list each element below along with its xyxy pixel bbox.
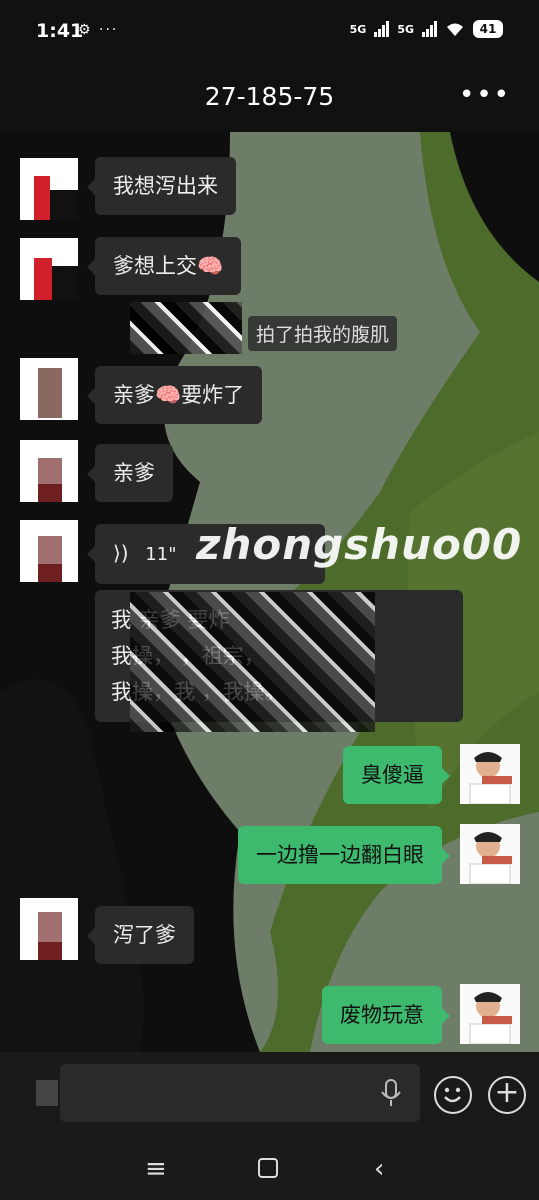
redacted-area: [130, 592, 375, 732]
pat-notice: 拍了拍我的腹肌: [248, 316, 398, 351]
network-label-1: 5G: [349, 22, 367, 36]
message-input[interactable]: [60, 1064, 420, 1122]
contact-avatar[interactable]: [20, 238, 78, 300]
chat-area[interactable]: 我想泻出来 爹想上交🧠 拍了拍我的腹肌 亲爹🧠要炸了 亲爹 ⟩) 11" zho…: [0, 132, 539, 1052]
system-nav-bar: ≡ ‹: [0, 1136, 539, 1200]
message-bubble[interactable]: 亲爹: [87, 444, 173, 502]
my-avatar[interactable]: [460, 744, 520, 804]
voice-duration: 11": [145, 544, 177, 565]
contact-avatar[interactable]: [20, 440, 78, 502]
contact-avatar[interactable]: [20, 358, 78, 420]
network-label-2: 5G: [397, 22, 414, 36]
watermark-text: zhongshuo00: [196, 520, 523, 569]
redacted-area: [130, 302, 242, 354]
voice-toggle-icon[interactable]: [36, 1080, 58, 1106]
contact-avatar[interactable]: [20, 520, 78, 582]
status-right: 5G 5G 41: [350, 20, 503, 38]
message-bubble[interactable]: 亲爹🧠要炸了: [86, 366, 263, 424]
home-nav-icon[interactable]: [258, 1158, 278, 1178]
my-avatar[interactable]: [460, 984, 520, 1044]
signal-icon-2: [422, 21, 437, 37]
signal-icon: [374, 21, 390, 37]
emoji-icon[interactable]: [434, 1076, 472, 1114]
plus-icon[interactable]: +: [488, 1076, 526, 1114]
message-bubble-out[interactable]: 臭傻逼: [343, 746, 450, 804]
message-bubble-out[interactable]: 一边撸一边翻白眼: [238, 826, 450, 884]
chat-header: 27-185-75 •••: [0, 62, 539, 132]
contact-avatar[interactable]: [20, 158, 78, 220]
mic-icon[interactable]: [380, 1078, 402, 1108]
status-bar: 1:41 ⚙ ··· 5G 5G 41: [0, 0, 539, 62]
voice-wave-icon: ⟩): [113, 541, 129, 565]
wifi-icon: [447, 23, 463, 36]
battery-icon: 41: [473, 20, 503, 38]
more-icon[interactable]: •••: [459, 80, 511, 110]
status-time: 1:41: [36, 20, 84, 42]
message-bubble[interactable]: 爹想上交🧠: [86, 237, 242, 295]
contact-avatar[interactable]: [20, 898, 78, 960]
menu-nav-icon[interactable]: ≡: [145, 1154, 167, 1184]
message-bubble[interactable]: 我想泻出来: [87, 157, 236, 215]
message-bubble[interactable]: 泻了爹: [87, 906, 194, 964]
message-bubble-out[interactable]: 废物玩意: [322, 986, 450, 1044]
my-avatar[interactable]: [460, 824, 520, 884]
status-extra-icons: ⚙ ···: [78, 22, 119, 38]
input-bar: +: [0, 1052, 539, 1136]
back-nav-icon[interactable]: ‹: [374, 1154, 384, 1184]
